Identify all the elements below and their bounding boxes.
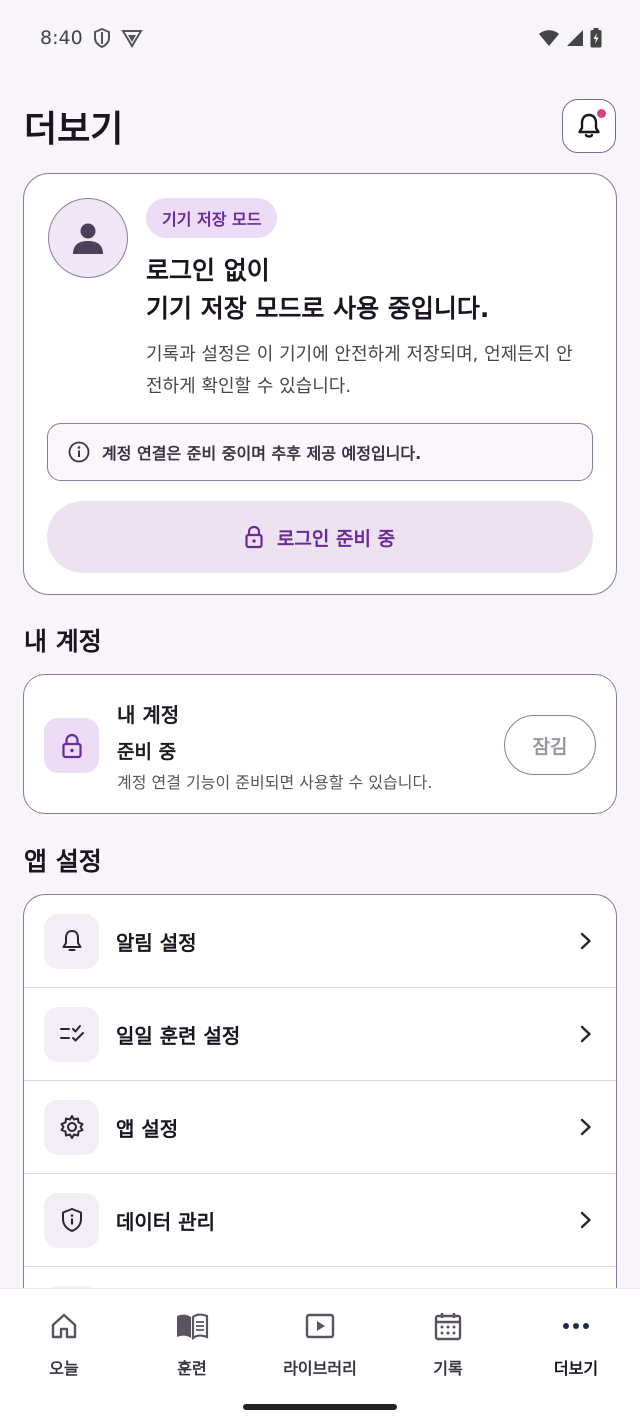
info-icon [68, 441, 90, 463]
account-card: 내 계정 준비 중 계정 연결 기능이 준비되면 사용할 수 있습니다. 잠김 [23, 674, 617, 814]
checklist-icon [59, 1025, 84, 1042]
card-description: 기록과 설정은 이 기기에 안전하게 저장되며, 언제든지 안전하게 확인할 수… [146, 344, 573, 397]
status-bar: 8:40 [0, 0, 640, 76]
account-title: 내 계정 [117, 703, 180, 727]
settings-list: 알림 설정 일일 훈련 설정 앱 설정 데이터 관리 [23, 894, 617, 1314]
account-lock-icon-box [44, 718, 99, 773]
chevron-right-icon [576, 932, 596, 950]
nav-item-more[interactable]: 더보기 [512, 1309, 640, 1424]
nav-item-training[interactable]: 훈련 [128, 1309, 256, 1424]
lock-icon [245, 525, 263, 549]
settings-item-app-settings[interactable]: 앱 설정 [24, 1081, 616, 1174]
account-status: 준비 중 [117, 741, 177, 763]
shield-info-icon [61, 1208, 82, 1232]
avatar [48, 198, 128, 278]
settings-item-label: 데이터 관리 [116, 1209, 215, 1234]
chevron-right-icon [576, 1211, 596, 1229]
status-right [538, 28, 602, 48]
page-header: 더보기 [24, 98, 616, 154]
nav-item-label: 더보기 [553, 1359, 599, 1378]
vpn-icon [120, 30, 143, 48]
login-button-label: 로그인 준비 중 [276, 527, 396, 550]
row-icon-box [44, 1099, 99, 1155]
settings-item-data-management[interactable]: 데이터 관리 [24, 1174, 616, 1267]
settings-item-daily-training[interactable]: 일일 훈련 설정 [24, 988, 616, 1081]
settings-item-label: 알림 설정 [116, 930, 197, 955]
settings-item-label: 앱 설정 [116, 1116, 179, 1141]
nav-item-label: 훈련 [177, 1359, 207, 1378]
nav-item-records[interactable]: 기록 [384, 1309, 512, 1424]
person-icon [73, 223, 103, 254]
notice-text: 계정 연결은 준비 중이며 추후 제공 예정입니다. [102, 444, 422, 463]
play-icon [305, 1309, 335, 1343]
home-icon [50, 1309, 78, 1343]
section-title-settings: 앱 설정 [24, 847, 102, 876]
nav-item-label: 오늘 [49, 1359, 79, 1378]
book-icon [175, 1309, 209, 1343]
notification-button[interactable] [562, 99, 616, 153]
row-icon-box [44, 1006, 99, 1062]
locked-button[interactable]: 잠김 [504, 715, 596, 775]
settings-item-notifications[interactable]: 알림 설정 [24, 895, 616, 988]
notification-dot [597, 109, 606, 118]
wifi-icon [539, 30, 559, 46]
settings-item-label: 일일 훈련 설정 [116, 1023, 241, 1048]
login-button[interactable]: 로그인 준비 중 [47, 501, 593, 573]
more-icon [562, 1309, 590, 1343]
lock-icon [61, 733, 82, 758]
nav-item-label: 기록 [433, 1359, 463, 1378]
row-icon-box [44, 913, 99, 969]
nav-item-label: 라이브러리 [283, 1359, 357, 1378]
chevron-right-icon [576, 1025, 596, 1043]
account-notice: 계정 연결은 준비 중이며 추후 제공 예정입니다. [47, 423, 593, 481]
row-icon-box [44, 1192, 99, 1248]
signal-icon [567, 30, 583, 46]
bell-icon [578, 113, 600, 138]
account-description: 계정 연결 기능이 준비되면 사용할 수 있습니다. [117, 773, 433, 792]
calendar-icon [434, 1309, 462, 1343]
home-indicator[interactable] [243, 1404, 397, 1410]
headline-line-2: 기기 저장 모드로 사용 중입니다. [146, 294, 490, 323]
chevron-right-icon [576, 1118, 596, 1136]
section-title-account: 내 계정 [24, 627, 102, 656]
gear-icon [60, 1115, 83, 1139]
headline-line-1: 로그인 없이 [146, 256, 270, 285]
page-title: 더보기 [24, 109, 124, 150]
nav-item-today[interactable]: 오늘 [0, 1309, 128, 1424]
storage-mode-card: 기기 저장 모드 로그인 없이 기기 저장 모드로 사용 중입니다. 기록과 설… [23, 173, 617, 595]
bell-icon [62, 930, 81, 951]
battery-icon [590, 28, 602, 48]
status-time: 8:40 [40, 27, 83, 49]
card-headline: 로그인 없이 기기 저장 모드로 사용 중입니다. [146, 252, 596, 328]
status-left: 8:40 [40, 27, 143, 49]
storage-mode-badge: 기기 저장 모드 [146, 198, 278, 238]
shield-icon [93, 28, 110, 48]
